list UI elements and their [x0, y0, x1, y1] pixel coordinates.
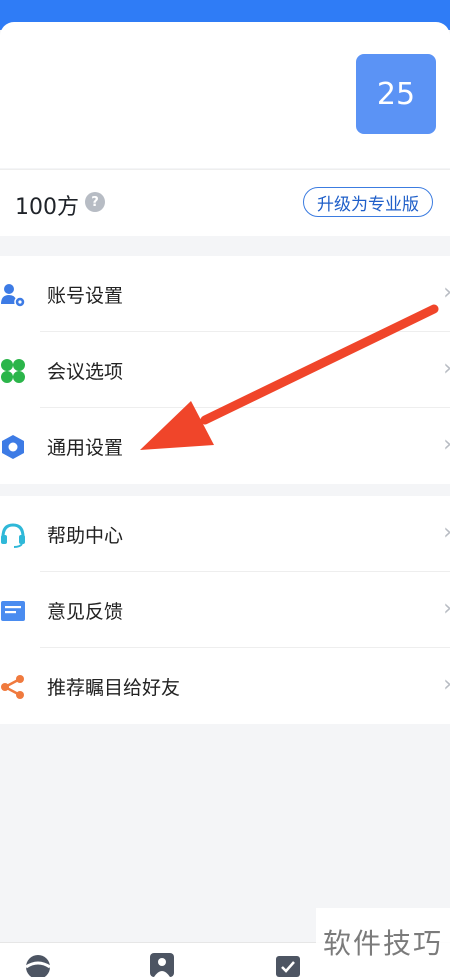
tab-contacts-icon[interactable]	[149, 953, 175, 977]
tab-meeting-icon[interactable]	[25, 953, 51, 977]
chevron-right-icon: ›	[443, 356, 450, 381]
chevron-right-icon: ›	[443, 596, 450, 621]
menu-item-feedback[interactable]: 意见反馈 ›	[0, 572, 450, 648]
plan-row: 100方 ? 升级为专业版	[0, 169, 450, 236]
menu-label: 意见反馈	[47, 601, 124, 623]
help-icon[interactable]: ?	[85, 192, 105, 212]
chevron-right-icon: ›	[443, 280, 450, 305]
chevron-right-icon: ›	[443, 520, 450, 545]
meeting-options-icon	[1, 359, 25, 383]
menu-label: 推荐瞩目给好友	[47, 677, 181, 699]
menu-label: 帮助中心	[47, 525, 124, 547]
account-settings-icon	[1, 284, 26, 308]
menu-item-general-settings[interactable]: 通用设置 ›	[0, 408, 450, 484]
menu-item-account-settings[interactable]: 账号设置 ›	[0, 256, 450, 332]
upgrade-button[interactable]: 升级为专业版	[303, 187, 433, 217]
chevron-right-icon: ›	[443, 672, 450, 697]
menu-item-recommend[interactable]: 推荐瞩目给好友 ›	[0, 648, 450, 724]
menu-item-meeting-options[interactable]: 会议选项 ›	[0, 332, 450, 408]
tab-schedule-icon[interactable]	[275, 953, 301, 977]
menu-label: 会议选项	[47, 361, 124, 383]
headset-icon	[1, 523, 25, 548]
general-settings-icon	[2, 435, 24, 459]
chevron-right-icon: ›	[443, 432, 450, 457]
menu-label: 通用设置	[47, 437, 124, 459]
profile-badge[interactable]: 25	[356, 54, 436, 134]
watermark-text: 软件技巧	[316, 908, 450, 976]
capacity-label: 100方	[15, 195, 79, 220]
menu-label: 账号设置	[47, 285, 124, 307]
menu-item-help-center[interactable]: 帮助中心 ›	[0, 496, 450, 572]
share-icon	[1, 675, 24, 699]
menu-group-settings: 账号设置 › 会议选项 › 通用设置 ›	[0, 256, 450, 484]
menu-group-support: 帮助中心 › 意见反馈 › 推荐瞩目给好友 ›	[0, 496, 450, 724]
feedback-icon	[1, 601, 25, 621]
